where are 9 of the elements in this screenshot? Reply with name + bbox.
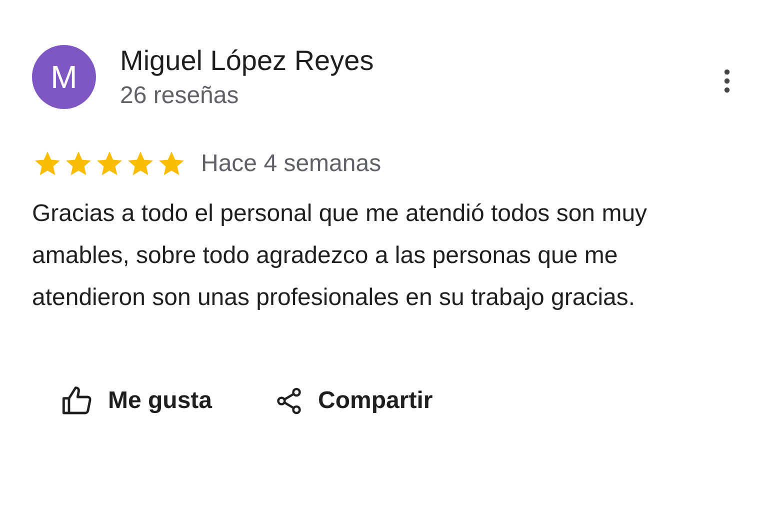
review-text: Gracias a todo el personal que me atendió todos son muy amables, sobre todo agradezco a las personas que me atendieron son unas profesionales en su trabajo gracias. xyxy=(32,199,648,313)
review-count: 26 reseñas xyxy=(120,81,240,111)
avatar: M xyxy=(32,45,96,109)
more-options-icon[interactable] xyxy=(724,69,730,93)
thumbs-up-icon xyxy=(60,385,94,417)
like-button[interactable]: Me gusta xyxy=(56,379,216,423)
reviewer-name: Miguel López Reyes xyxy=(120,45,374,77)
review-date: Hace 4 semanas xyxy=(201,149,382,179)
share-button[interactable]: Compartir xyxy=(270,379,437,423)
